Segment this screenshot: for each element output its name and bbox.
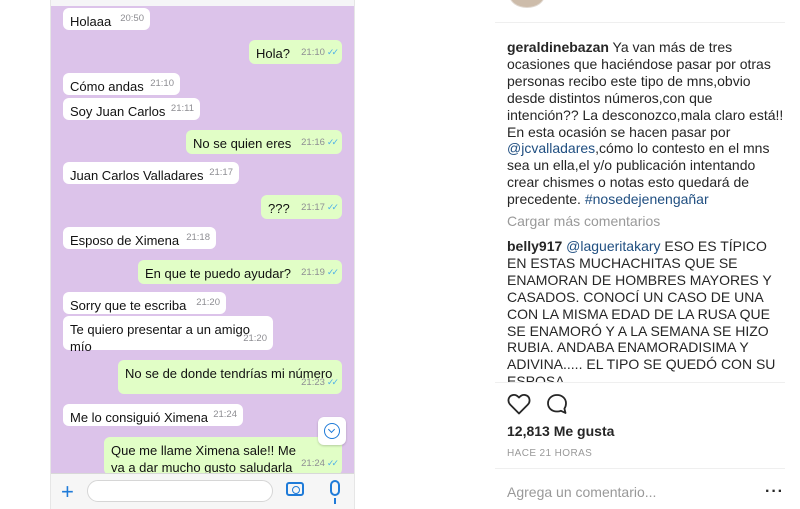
caption: geraldinebazan Ya van más de tres ocasio… [507, 39, 785, 208]
message-text: Cómo andas [70, 79, 144, 94]
chat-message-out: Hola? 21:10 ✓✓ [249, 40, 342, 64]
microphone-icon[interactable] [330, 480, 340, 504]
comment: belly917 @lagueritakary ESO ES TÍPICO EN… [507, 238, 785, 382]
message-text: En que te puedo ayudar? [145, 266, 292, 281]
ellipsis-icon[interactable]: ··· [765, 483, 784, 501]
chat-message-in: Esposo de Ximena 21:18 [63, 227, 216, 249]
chat-message-out: En que te puedo ayudar? 21:19 ✓✓ [138, 260, 342, 284]
chat-message-in: Te quiero presentar a un amigo mío 21:20 [63, 316, 273, 354]
likes-count[interactable]: 12,813 Me gusta [507, 423, 614, 439]
chat-message-out: No se de donde tendrías mi número 21:23 ✓… [118, 360, 342, 394]
message-time: 21:19 ✓✓ [301, 267, 339, 278]
message-time: 21:23 ✓✓ [301, 377, 339, 388]
post-timestamp: HACE 21 HORAS [507, 448, 593, 459]
message-time: 21:10 ✓✓ [301, 47, 339, 58]
instagram-comments-panel: geraldinebazan Ya van más de tres ocasio… [495, 0, 800, 509]
chevron-down-circle-icon[interactable] [318, 417, 346, 445]
message-text: Te quiero presentar a un amigo mío [70, 322, 250, 354]
read-ticks-icon: ✓✓ [326, 267, 339, 277]
chat-message-in: Me lo consiguió Ximena 21:24 [63, 404, 243, 426]
chat-message-in: Sorry que te escriba 21:20 [63, 292, 226, 314]
message-text: Esposo de Ximena [70, 233, 180, 248]
chat-message-out: ??? 21:17 ✓✓ [261, 195, 342, 219]
comment-mention[interactable]: @lagueritakary [566, 238, 660, 254]
message-time: 20:50 [120, 13, 144, 24]
chat-screenshot: Holaaa 20:50 Hola? 21:10 ✓✓ Cómo andas 21… [50, 0, 355, 509]
read-ticks-icon: ✓✓ [326, 47, 339, 57]
avatar[interactable] [509, 0, 545, 8]
screenshot-root: Holaaa 20:50 Hola? 21:10 ✓✓ Cómo andas 21… [0, 0, 800, 509]
read-ticks-icon: ✓✓ [326, 137, 339, 147]
read-ticks-icon: ✓✓ [326, 202, 339, 212]
chat-message-in: Soy Juan Carlos 21:11 [63, 98, 200, 120]
chat-top-bar [51, 0, 354, 6]
message-time: 21:16 ✓✓ [301, 137, 339, 148]
divider [495, 468, 785, 469]
message-text: Holaaa [70, 14, 112, 29]
message-time: 21:10 [150, 78, 174, 89]
plus-icon[interactable]: + [61, 479, 74, 505]
chat-input-bar: + [51, 473, 354, 509]
chat-message-out: Que me llame Ximena sale!! Me va a dar m… [104, 437, 342, 475]
heart-icon[interactable] [507, 393, 531, 415]
message-text: ??? [268, 201, 290, 216]
comment-text: ESO ES TÍPICO EN ESTAS MUCHACHITAS QUE S… [507, 238, 776, 382]
message-time: 21:24 ✓✓ [301, 458, 339, 469]
message-time: 21:24 [213, 409, 237, 420]
divider [495, 382, 785, 383]
message-text: Hola? [256, 46, 290, 61]
chat-message-out: No se quien eres 21:16 ✓✓ [186, 130, 342, 154]
message-text: Juan Carlos Valladares [70, 168, 204, 183]
chat-message-in: Cómo andas 21:10 [63, 73, 180, 95]
message-time: 21:20 [243, 333, 267, 344]
divider [495, 22, 785, 23]
speech-bubble-icon[interactable] [546, 393, 568, 415]
message-time: 21:18 [186, 232, 210, 243]
read-ticks-icon: ✓✓ [326, 458, 339, 468]
message-time: 21:17 ✓✓ [301, 202, 339, 213]
chat-message-in: Juan Carlos Valladares 21:17 [63, 162, 239, 184]
add-comment-input[interactable]: Agrega un comentario... [507, 484, 656, 500]
camera-icon[interactable] [286, 482, 304, 496]
message-text: Sorry que te escriba [70, 298, 187, 313]
caption-mention[interactable]: @jcvalladares [507, 140, 595, 156]
caption-username[interactable]: geraldinebazan [507, 39, 609, 55]
message-text: Me lo consiguió Ximena [70, 410, 209, 425]
message-time: 21:11 [170, 103, 194, 114]
message-text: No se quien eres [193, 136, 292, 151]
chat-message-in: Holaaa 20:50 [63, 8, 150, 30]
message-time: 21:20 [196, 297, 220, 308]
comment-username[interactable]: belly917 [507, 238, 562, 254]
caption-hashtag[interactable]: #nosedejenengañar [585, 191, 709, 207]
message-time: 21:17 [209, 167, 233, 178]
message-text: Soy Juan Carlos [70, 104, 166, 119]
load-more-comments-link[interactable]: Cargar más comentarios [507, 213, 660, 229]
message-text: Que me llame Ximena sale!! Me va a dar m… [111, 443, 296, 475]
read-ticks-icon: ✓✓ [326, 377, 339, 387]
message-input[interactable] [87, 480, 273, 502]
